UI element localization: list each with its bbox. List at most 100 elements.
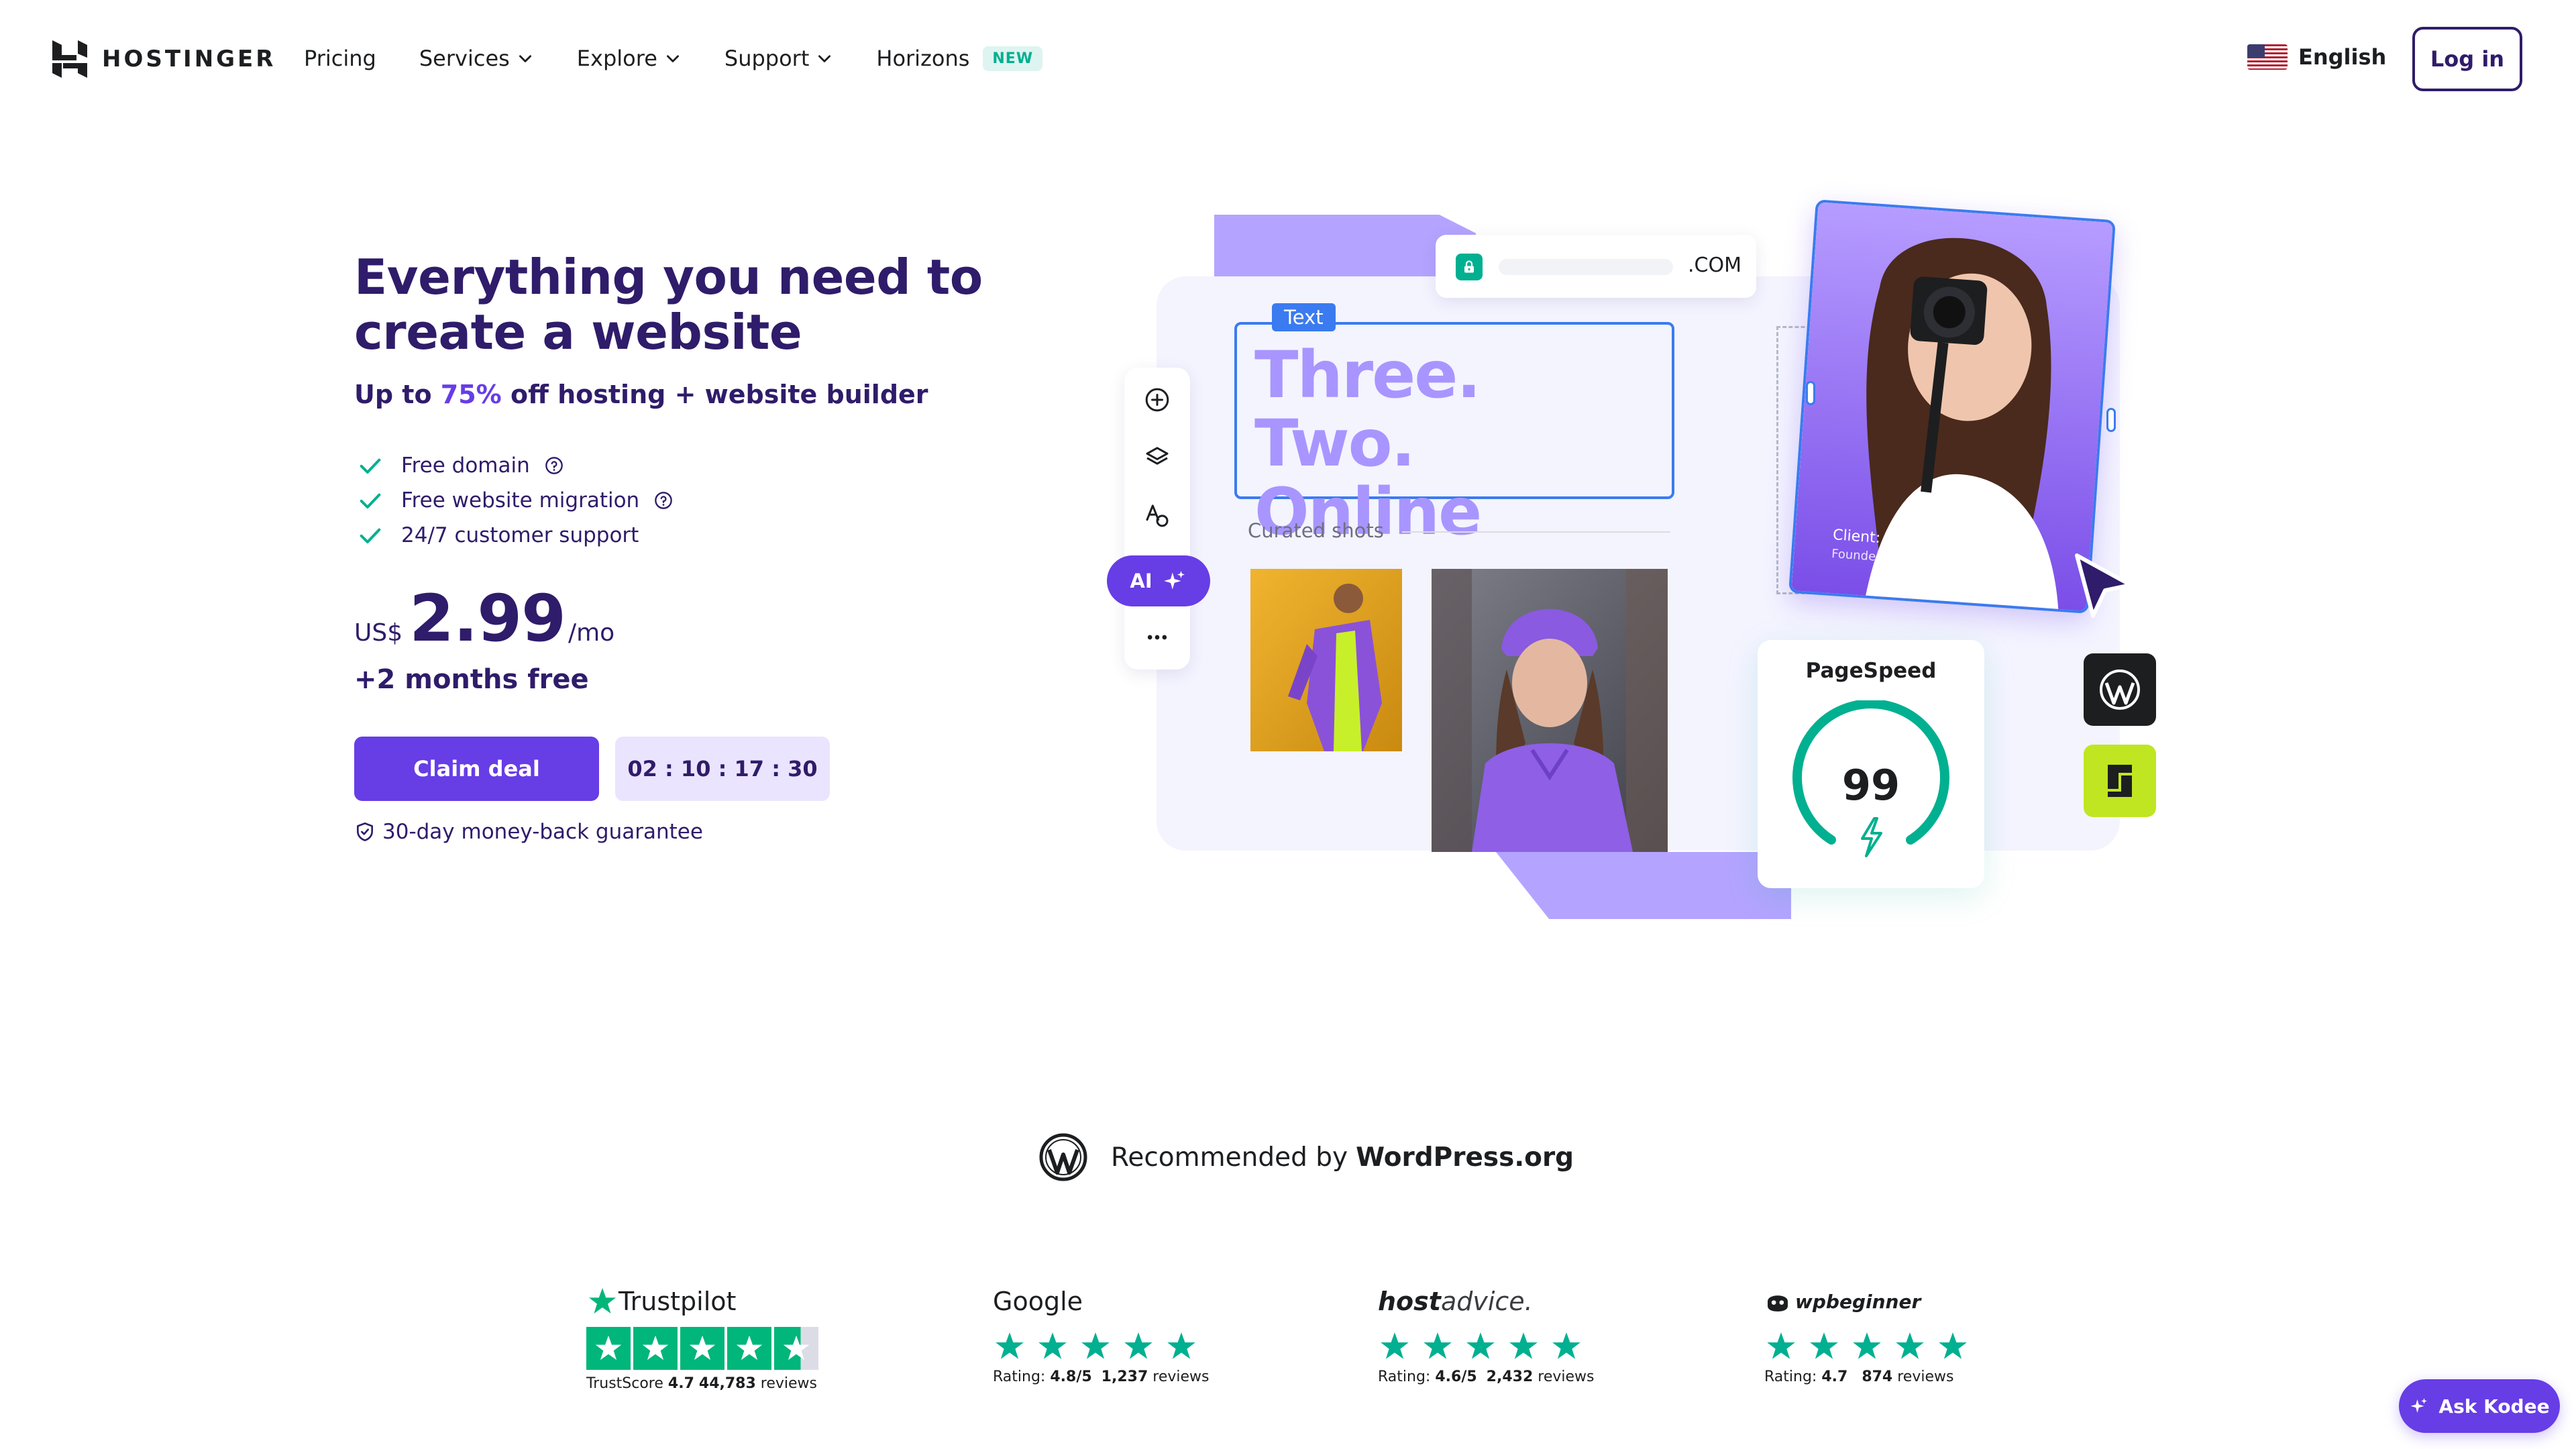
new-badge: NEW bbox=[983, 46, 1043, 71]
nav-horizons-label: Horizons bbox=[876, 46, 970, 71]
star-icon bbox=[1853, 1332, 1881, 1359]
chevron-down-icon bbox=[818, 55, 831, 62]
trustpilot-name: Trustpilot bbox=[619, 1287, 737, 1316]
ask-kodee-label: Ask Kodee bbox=[2438, 1395, 2550, 1417]
google-stars bbox=[993, 1330, 1209, 1363]
pagespeed-title: PageSpeed bbox=[1805, 659, 1937, 683]
recommended-prefix: Recommended by bbox=[1111, 1142, 1348, 1173]
review-unit: reviews bbox=[1538, 1368, 1595, 1385]
cursor-pointer-icon bbox=[2075, 553, 2133, 618]
login-button[interactable]: Log in bbox=[2412, 27, 2522, 91]
hostinger-logo[interactable]: HOSTINGER bbox=[52, 40, 276, 78]
editor-toolbar bbox=[1124, 368, 1190, 669]
star-icon bbox=[1810, 1332, 1838, 1359]
text-element-tag: Text bbox=[1272, 303, 1336, 331]
price-currency: US$ bbox=[354, 619, 403, 647]
nav-support[interactable]: Support bbox=[724, 46, 834, 71]
half-star-icon bbox=[774, 1327, 818, 1370]
star-icon bbox=[727, 1327, 771, 1370]
nav-horizons[interactable]: Horizons NEW bbox=[876, 46, 1043, 71]
nav-pricing[interactable]: Pricing bbox=[304, 46, 376, 71]
wordpress-icon bbox=[2100, 669, 2140, 710]
us-flag-icon bbox=[2247, 44, 2288, 70]
hostadvice-logo: host advice. bbox=[1378, 1283, 1594, 1320]
lock-icon bbox=[1456, 254, 1483, 280]
rating-label: Rating: bbox=[993, 1368, 1046, 1385]
star-icon bbox=[1466, 1332, 1495, 1359]
discount-percent: 75% bbox=[440, 380, 502, 409]
sparkle-icon bbox=[1163, 570, 1185, 590]
check-icon bbox=[360, 458, 381, 474]
help-circle-icon[interactable] bbox=[654, 491, 673, 510]
star-icon bbox=[1939, 1332, 1967, 1359]
hostadvice-rating[interactable]: host advice. Rating: 4.6/5 2,432 reviews bbox=[1378, 1283, 1594, 1385]
price-period: /mo bbox=[568, 619, 615, 647]
bonus-months: +2 months free bbox=[354, 664, 589, 695]
builder-headline: Three. Two. Online bbox=[1254, 337, 1482, 549]
brand-name: HOSTINGER bbox=[102, 46, 276, 72]
builder-logo-icon bbox=[2108, 765, 2132, 797]
nav-pricing-label: Pricing bbox=[304, 46, 376, 71]
subtitle-suffix: off hosting + website builder bbox=[501, 380, 928, 409]
pagespeed-card: PageSpeed 99 bbox=[1758, 640, 1984, 888]
language-label: English bbox=[2298, 44, 2387, 70]
typography-style-icon[interactable] bbox=[1144, 502, 1171, 529]
star-icon bbox=[1509, 1332, 1538, 1359]
review-unit: reviews bbox=[1152, 1368, 1210, 1385]
review-count: 2,432 bbox=[1486, 1368, 1534, 1385]
hostadvice-bold: host bbox=[1378, 1287, 1441, 1316]
check-icon bbox=[360, 493, 381, 508]
resize-handle bbox=[1806, 381, 1815, 405]
trustpilot-star-icon bbox=[589, 1288, 616, 1313]
rating-meta: TrustScore 4.7 44,783 reviews bbox=[586, 1375, 818, 1392]
nav-services[interactable]: Services bbox=[419, 46, 534, 71]
add-circle-icon[interactable] bbox=[1144, 386, 1171, 413]
help-circle-icon[interactable] bbox=[545, 456, 564, 475]
rating-meta: Rating: 4.6/5 2,432 reviews bbox=[1378, 1368, 1594, 1385]
review-count: 44,783 bbox=[698, 1375, 756, 1392]
trustpilot-logo: Trustpilot bbox=[586, 1283, 818, 1320]
rating-label: Rating: bbox=[1764, 1368, 1817, 1385]
ask-kodee-button[interactable]: Ask Kodee bbox=[2399, 1379, 2560, 1433]
wpbeginner-name: wpbeginner bbox=[1795, 1290, 1921, 1313]
wpbeginner-stars bbox=[1764, 1330, 1970, 1363]
ai-sparkle-icon bbox=[2410, 1398, 2428, 1413]
ai-button[interactable]: AI bbox=[1107, 555, 1210, 606]
rating-meta: Rating: 4.8/5 1,237 reviews bbox=[993, 1368, 1209, 1385]
nav-services-label: Services bbox=[419, 46, 510, 71]
client-portrait-card: Client: Anna Franques Founder of annafra… bbox=[1788, 199, 2116, 614]
price: US$ 2.99 /mo bbox=[354, 581, 614, 656]
countdown-timer: 02 : 10 : 17 : 30 bbox=[615, 737, 830, 801]
star-icon bbox=[1038, 1332, 1067, 1359]
street-portrait-photo bbox=[1432, 569, 1668, 852]
url-placeholder bbox=[1499, 259, 1673, 275]
guarantee-label: 30-day money-back guarantee bbox=[382, 820, 703, 844]
google-rating[interactable]: Google Rating: 4.8/5 1,237 reviews bbox=[993, 1283, 1209, 1385]
star-icon bbox=[586, 1327, 631, 1370]
ai-label: AI bbox=[1130, 570, 1152, 592]
feature-item: 24/7 customer support bbox=[357, 518, 673, 553]
domain-bar: .COM bbox=[1436, 235, 1756, 298]
wordpress-tile bbox=[2084, 653, 2156, 726]
chevron-down-icon bbox=[666, 55, 679, 62]
rating-score: 4.7 bbox=[1821, 1368, 1848, 1385]
fashion-photo bbox=[1250, 569, 1402, 751]
subtitle-prefix: Up to bbox=[354, 380, 441, 409]
website-builder-illustration: .COM AI Text Three. Two. Online Curated … bbox=[1100, 195, 2187, 932]
top-navigation: HOSTINGER Pricing Services Explore Suppo… bbox=[0, 0, 2576, 118]
feature-label: 24/7 customer support bbox=[401, 523, 639, 547]
nav-explore[interactable]: Explore bbox=[577, 46, 682, 71]
claim-deal-button[interactable]: Claim deal bbox=[354, 737, 599, 801]
language-selector[interactable]: English bbox=[2247, 44, 2386, 70]
star-icon bbox=[1124, 1332, 1152, 1359]
trustpilot-rating[interactable]: Trustpilot TrustScore 4.7 44,783 reviews bbox=[586, 1283, 818, 1392]
wpbeginner-rating[interactable]: wpbeginner Rating: 4.7 874 reviews bbox=[1764, 1283, 1970, 1385]
layers-icon[interactable] bbox=[1144, 444, 1171, 471]
main-menu: Pricing Services Explore Support Horizon… bbox=[304, 42, 1085, 75]
more-options-icon[interactable] bbox=[1144, 624, 1171, 651]
review-unit: reviews bbox=[1897, 1368, 1954, 1385]
star-icon bbox=[1767, 1332, 1795, 1359]
google-logo: Google bbox=[993, 1283, 1209, 1320]
chevron-down-icon bbox=[519, 55, 531, 62]
star-icon bbox=[1081, 1332, 1110, 1359]
